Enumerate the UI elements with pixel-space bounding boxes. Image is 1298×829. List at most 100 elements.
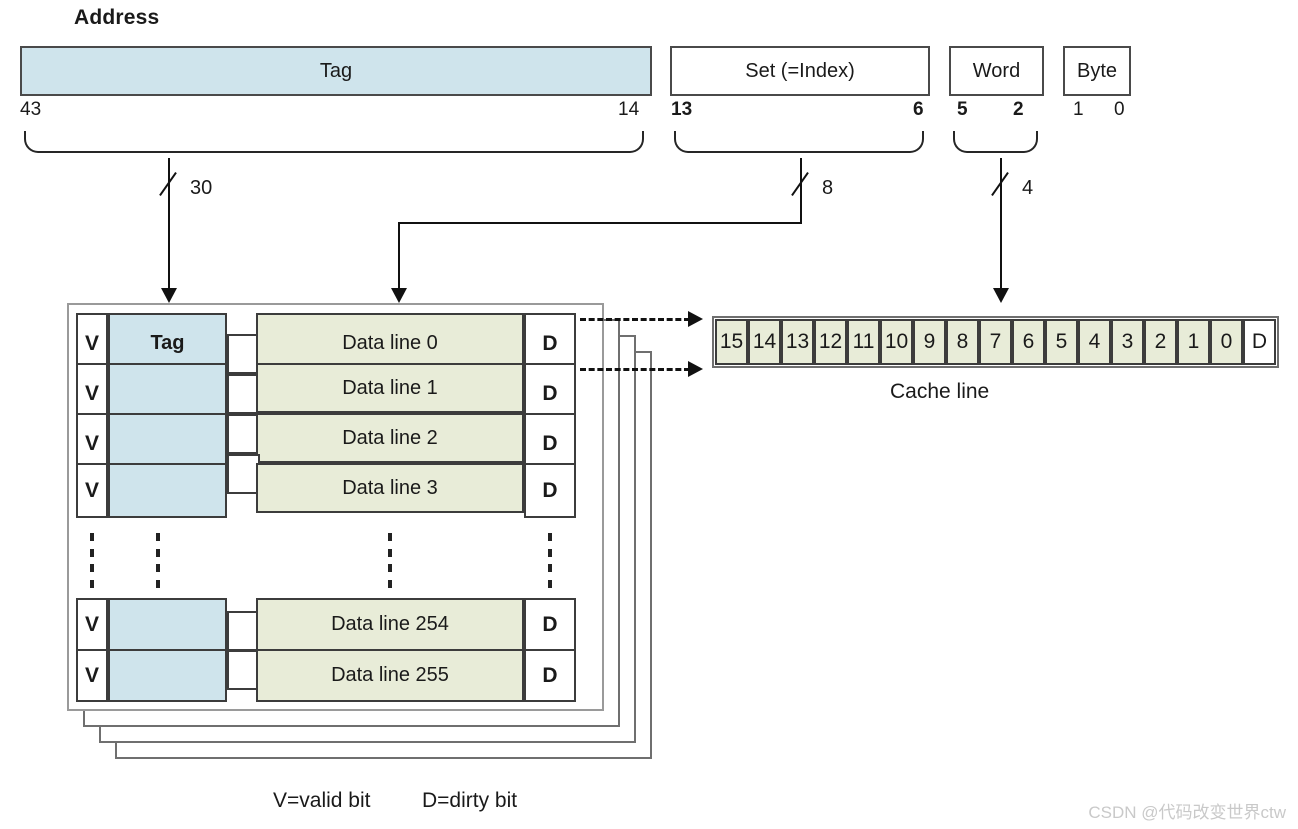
cache-line-word-9: 9 [913,319,946,365]
cache-line-word-label: 8 [956,330,969,353]
data-line-label: Data line 0 [342,332,438,354]
bit-label-word-hi: 5 [957,99,968,120]
bit-label-byte-hi: 1 [1073,99,1084,120]
cache-line-word-label: 13 [785,330,810,353]
tag-bus-arrowhead [161,288,177,303]
cache-line-word-1: 1 [1177,319,1210,365]
dirty-bit-cell: D [524,649,576,702]
cache-line-word-label: 15 [719,330,744,353]
data-line-cell: Data line 255 [256,649,524,702]
tag-cell [108,649,227,702]
tag-cell [108,463,227,518]
data-line-cell: Data line 1 [256,363,524,413]
cache-line-word-label: 6 [1022,330,1035,353]
tag-bus-width-label: 30 [190,177,213,199]
word-bus-width-label: 4 [1022,177,1034,199]
valid-bit-cell: V [76,463,108,518]
cache-line-word-label: 5 [1055,330,1068,353]
cache-line-word-label: 3 [1121,330,1134,353]
cacheline-dash-line-bottom [580,368,690,371]
cache-line-word-2: 2 [1144,319,1177,365]
cache-line-word-14: 14 [748,319,781,365]
tag-cell [108,598,227,651]
data-line-label: Data line 254 [331,613,449,635]
cache-line-word-3: 3 [1111,319,1144,365]
ellipsis-dirty-icon [548,533,552,588]
cache-line-word-label: 2 [1154,330,1167,353]
cache-line-caption: Cache line [890,380,990,403]
cache-line-word-label: 10 [884,330,909,353]
cache-line-word-label: 12 [818,330,843,353]
cache-line-word-12: 12 [814,319,847,365]
cache-line-word-label: 14 [752,330,777,353]
cache-line-word-11: 11 [847,319,880,365]
valid-bit-cell: V [76,649,108,702]
dirty-bit-cell: D [524,598,576,651]
valid-bit-label: V [84,612,99,636]
bit-label-tag-hi: 43 [20,99,42,120]
set-bus-width-label: 8 [822,177,834,199]
cache-line-word-7: 7 [979,319,1012,365]
address-field-word: Word [949,46,1044,96]
tag-cell-label: Tag [150,332,185,354]
brace-tag [24,131,644,153]
cache-line-word-10: 10 [880,319,913,365]
cache-line-word-15: 15 [715,319,748,365]
cacheline-arrowhead-bottom [688,361,703,377]
set-bus-line-down [800,158,802,224]
bit-label-set-hi: 13 [671,99,693,120]
dirty-bit-label: D [542,478,558,502]
set-bus-line-drop [398,222,400,292]
cache-line-dirty-label: D [1251,330,1268,353]
valid-bit-cell: V [76,598,108,651]
address-field-set: Set (=Index) [670,46,930,96]
valid-bit-label: V [84,663,99,687]
cache-line-word-4: 4 [1078,319,1111,365]
word-bus-arrowhead [993,288,1009,303]
cache-line-dirty-cell: D [1243,319,1276,365]
cache-line-word-label: 4 [1088,330,1101,353]
address-field-byte-label: Byte [1076,59,1118,82]
dirty-bit-label: D [542,381,558,405]
set-bus-line-left [398,222,802,224]
set-bus-arrowhead [391,288,407,303]
valid-bit-label: V [84,381,99,405]
ellipsis-data-icon [388,533,392,588]
cache-line-word-13: 13 [781,319,814,365]
cache-line-word-5: 5 [1045,319,1078,365]
legend-valid-bit: V=valid bit [273,789,371,812]
address-field-word-label: Word [972,59,1021,82]
diagram-canvas: Address Tag Set (=Index) Word Byte 43 14… [0,0,1298,829]
data-line-label: Data line 255 [331,664,449,686]
data-line-label: Data line 1 [342,376,438,399]
address-field-tag-label: Tag [319,59,353,82]
dirty-bit-cell: D [524,463,576,518]
cache-line-word-label: 0 [1220,330,1233,353]
cache-line-word-0: 0 [1210,319,1243,365]
bit-label-set-lo: 6 [913,99,924,120]
cache-line-word-6: 6 [1012,319,1045,365]
legend-dirty-bit: D=dirty bit [422,789,518,812]
valid-bit-label: V [84,478,99,502]
bit-label-byte-lo: 0 [1114,99,1125,120]
address-field-set-label: Set (=Index) [745,59,855,82]
cache-line-word-label: 7 [989,330,1002,353]
ellipsis-tag-icon [156,533,160,588]
valid-bit-label: V [84,331,99,355]
address-field-tag: Tag [20,46,652,96]
brace-set [674,131,924,153]
cacheline-arrowhead-top [688,311,703,327]
dirty-bit-label: D [542,663,558,687]
data-line-cell: Data line 3 [256,463,524,513]
cache-line-word-label: 11 [852,330,875,353]
cache-line-word-8: 8 [946,319,979,365]
address-field-byte: Byte [1063,46,1131,96]
cache-line-word-label: 1 [1187,330,1200,353]
dirty-bit-label: D [542,331,558,355]
data-line-cell: Data line 2 [256,413,524,463]
data-line-cell: Data line 254 [256,598,524,651]
dirty-bit-label: D [542,612,558,636]
cache-line-word-label: 9 [923,330,936,353]
valid-bit-label: V [84,431,99,455]
bit-label-word-lo: 2 [1013,99,1024,120]
